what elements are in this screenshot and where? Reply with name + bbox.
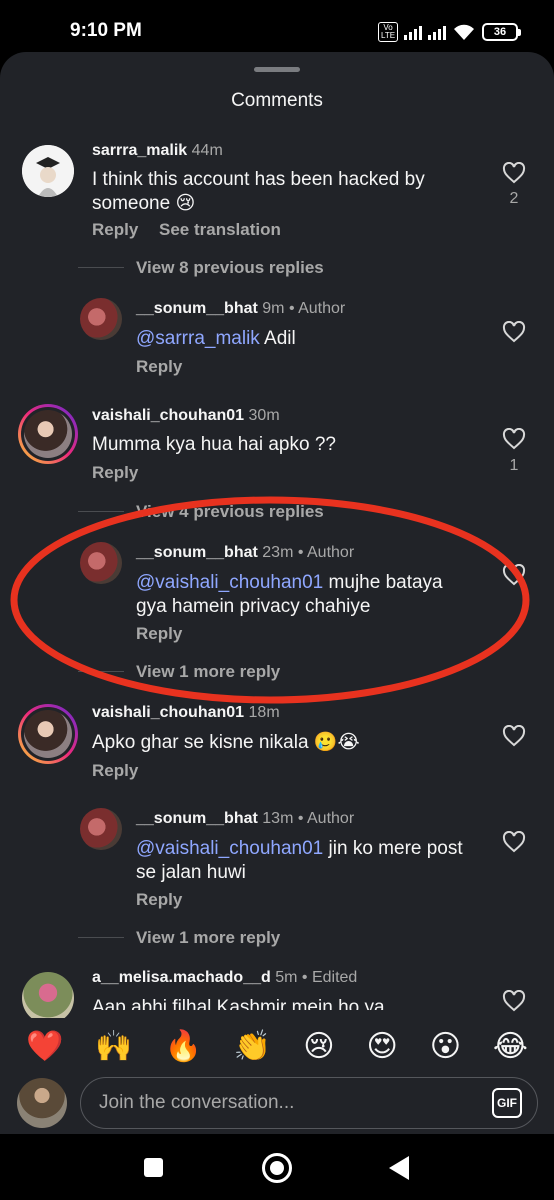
comment-text: Aap abhi filhal Kashmir mein ho ya... xyxy=(92,997,401,1010)
like-heart-icon[interactable] xyxy=(502,428,526,450)
comment-username[interactable]: vaishali_chouhan01 xyxy=(92,407,244,424)
comment-meta: __sonum__bhat 23m • Author xyxy=(136,544,354,562)
emoji-surprised[interactable]: 😮 xyxy=(430,1029,461,1064)
like-heart-icon[interactable] xyxy=(502,990,526,1012)
view-replies-button[interactable]: View 1 more reply xyxy=(136,928,280,948)
comment-time: 30m xyxy=(248,407,280,424)
comment-text: @vaishali_chouhan01 jin ko mere post se … xyxy=(136,837,476,885)
emoji-crying[interactable]: 😢 xyxy=(303,1029,334,1064)
status-time: 9:10 PM xyxy=(70,20,142,41)
like-heart-icon[interactable] xyxy=(502,321,526,343)
see-translation-button[interactable]: See translation xyxy=(159,220,281,240)
my-avatar xyxy=(17,1078,67,1128)
comment-body: Adil xyxy=(259,328,296,349)
comment-time: 18m xyxy=(248,704,280,721)
comment-time: 23m • Author xyxy=(262,544,355,561)
comment-meta: sarrra_malik 44m xyxy=(92,142,223,160)
comment-username[interactable]: __sonum__bhat xyxy=(136,300,258,317)
recents-button[interactable] xyxy=(144,1158,163,1177)
divider xyxy=(78,937,124,938)
emoji-laughing[interactable]: 😂 xyxy=(493,1029,528,1064)
battery-icon: 36 xyxy=(482,23,521,41)
comment-text: @vaishali_chouhan01 mujhe bataya gya ham… xyxy=(136,571,476,619)
mention-link[interactable]: @vaishali_chouhan01 xyxy=(136,838,323,859)
comment-username[interactable]: a__melisa.machado__d xyxy=(92,969,271,986)
comment-text: Apko ghar se kisne nikala 🥲😭 xyxy=(92,732,360,753)
comment-meta: __sonum__bhat 9m • Author xyxy=(136,300,345,318)
back-button[interactable] xyxy=(389,1156,409,1180)
avatar[interactable] xyxy=(18,404,78,464)
comment-username[interactable]: sarrra_malik xyxy=(92,142,187,159)
avatar[interactable] xyxy=(22,972,74,1024)
emoji-raising-hands[interactable]: 🙌 xyxy=(95,1029,132,1064)
comments-sheet: Comments sarrra_malik 44m I think this a… xyxy=(0,52,554,1134)
wifi-icon xyxy=(454,24,474,40)
reply-button[interactable]: Reply xyxy=(92,761,138,781)
home-button[interactable] xyxy=(262,1153,292,1183)
reply-button[interactable]: Reply xyxy=(136,624,182,644)
system-nav-bar xyxy=(0,1134,554,1200)
divider xyxy=(78,267,124,268)
signal-icon-2 xyxy=(428,24,446,40)
mention-link[interactable]: @vaishali_chouhan01 xyxy=(136,572,323,593)
avatar[interactable] xyxy=(80,298,122,340)
comment-meta: vaishali_chouhan01 18m xyxy=(92,704,280,722)
gif-button[interactable]: GIF xyxy=(492,1088,522,1118)
emoji-fire[interactable]: 🔥 xyxy=(165,1029,202,1064)
mention-link[interactable]: @sarrra_malik xyxy=(136,328,260,349)
like-count: 1 xyxy=(509,457,519,474)
comment-time: 5m • Edited xyxy=(275,969,358,986)
comment-text: I think this account has been hacked by … xyxy=(92,169,425,214)
comment-input[interactable]: Join the conversation... GIF xyxy=(80,1077,538,1129)
avatar[interactable] xyxy=(18,704,78,764)
emoji-clapping[interactable]: 👏 xyxy=(234,1029,271,1064)
reply-button[interactable]: Reply xyxy=(136,890,182,910)
emoji-heart-eyes[interactable]: 😍 xyxy=(366,1029,397,1064)
comment-input-placeholder: Join the conversation... xyxy=(99,1092,295,1113)
comment-time: 13m • Author xyxy=(262,810,355,827)
sheet-title: Comments xyxy=(231,90,323,111)
avatar[interactable] xyxy=(22,145,74,197)
comment-text: @sarrra_malik Adil xyxy=(136,327,476,351)
like-heart-icon[interactable] xyxy=(502,162,526,184)
divider xyxy=(78,671,124,672)
comment-time: 9m • Author xyxy=(262,300,346,317)
divider xyxy=(78,511,124,512)
comment-text: Mumma kya hua hai apko ?? xyxy=(92,434,336,455)
like-heart-icon[interactable] xyxy=(502,725,526,747)
avatar[interactable] xyxy=(80,542,122,584)
compose-bar: Join the conversation... GIF xyxy=(0,1072,554,1134)
comment-meta: __sonum__bhat 13m • Author xyxy=(136,810,354,828)
comment-username[interactable]: __sonum__bhat xyxy=(136,810,258,827)
like-heart-icon[interactable] xyxy=(502,831,526,853)
status-icons: Vo LTE 36 xyxy=(378,20,521,44)
view-replies-button[interactable]: View 4 previous replies xyxy=(136,502,324,522)
comment-time: 44m xyxy=(191,142,223,159)
comment-meta: vaishali_chouhan01 30m xyxy=(92,407,280,425)
quick-emoji-row: ❤️ 🙌 🔥 👏 😢 😍 😮 😂 xyxy=(0,1018,554,1074)
status-bar: 9:10 PM Vo LTE 36 xyxy=(0,0,554,60)
comment-username[interactable]: __sonum__bhat xyxy=(136,544,258,561)
reply-button[interactable]: Reply xyxy=(92,463,138,483)
comment-username[interactable]: vaishali_chouhan01 xyxy=(92,704,244,721)
drag-handle[interactable] xyxy=(254,67,300,72)
volte-icon: Vo LTE xyxy=(378,22,398,42)
like-count: 2 xyxy=(509,190,519,207)
comment-meta: a__melisa.machado__d 5m • Edited xyxy=(92,969,357,987)
reply-button[interactable]: Reply xyxy=(136,357,182,377)
like-heart-icon[interactable] xyxy=(502,564,526,586)
emoji-heart[interactable]: ❤️ xyxy=(26,1029,63,1064)
signal-icon xyxy=(404,24,422,40)
view-replies-button[interactable]: View 1 more reply xyxy=(136,662,280,682)
reply-button[interactable]: Reply xyxy=(92,220,138,240)
avatar[interactable] xyxy=(80,808,122,850)
view-replies-button[interactable]: View 8 previous replies xyxy=(136,258,324,278)
